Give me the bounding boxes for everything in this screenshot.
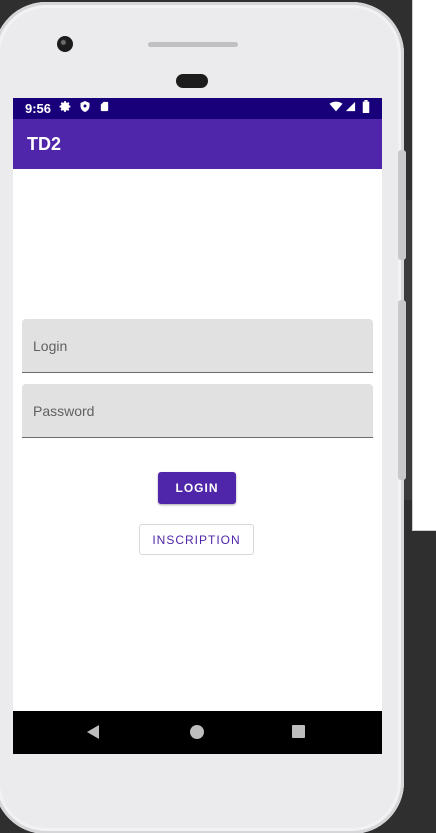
- back-icon[interactable]: [87, 725, 99, 739]
- password-field[interactable]: [22, 384, 373, 438]
- volume-button[interactable]: [398, 300, 406, 480]
- recents-icon[interactable]: [292, 725, 305, 738]
- power-button[interactable]: [398, 150, 406, 260]
- password-input[interactable]: [22, 384, 373, 437]
- battery-icon: [362, 100, 370, 117]
- navigation-bar: [13, 711, 382, 754]
- login-field[interactable]: [22, 319, 373, 373]
- proximity-sensor: [176, 74, 208, 88]
- sd-card-icon: [99, 100, 110, 117]
- signal-icon: [345, 100, 356, 117]
- app-bar: TD2: [13, 119, 382, 169]
- login-input[interactable]: [22, 319, 373, 372]
- earpiece-speaker: [148, 42, 238, 47]
- emulator-stage: 9:56 TD2 Login LOGIN INSCRIPTION: [0, 0, 436, 833]
- login-button[interactable]: LOGIN: [158, 472, 236, 504]
- front-camera: [57, 36, 73, 52]
- status-bar: 9:56: [13, 98, 382, 119]
- home-icon[interactable]: [190, 725, 204, 739]
- device-screen: 9:56 TD2 Login LOGIN INSCRIPTION: [13, 98, 382, 754]
- inscription-button[interactable]: INSCRIPTION: [139, 524, 254, 555]
- ide-side-panel: [412, 0, 436, 531]
- status-time: 9:56: [25, 101, 52, 116]
- wifi-icon: [329, 100, 343, 117]
- app-title: TD2: [27, 134, 62, 154]
- gear-icon: [59, 100, 72, 117]
- shield-icon: [79, 100, 91, 117]
